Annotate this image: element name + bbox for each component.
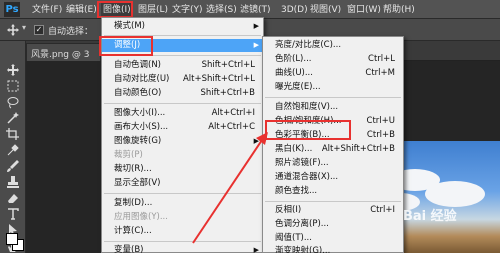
menu-item-trim[interactable]: 裁切(R)...: [102, 163, 263, 176]
menu-item-variables[interactable]: 变量(B) ▶: [102, 244, 263, 253]
eraser-icon[interactable]: [5, 191, 21, 205]
magic-wand-icon[interactable]: [5, 111, 21, 125]
submenu-arrow-icon: ▶: [253, 22, 259, 30]
menu-item-mode[interactable]: 模式(M) ▶: [102, 20, 263, 33]
menu-item-black-white[interactable]: 黑白(K)... Alt+Shift+Ctrl+B: [263, 143, 403, 156]
submenu-arrow-icon: ▶: [253, 246, 259, 253]
menu-3d[interactable]: 3D(D): [281, 3, 308, 17]
menu-edit[interactable]: 编辑(E): [66, 3, 97, 17]
auto-select-label: 自动选择：: [48, 27, 94, 37]
menu-item-crop[interactable]: 裁剪(P): [102, 149, 263, 162]
stamp-icon[interactable]: [5, 175, 21, 189]
menu-item-duplicate[interactable]: 复制(D)...: [102, 197, 263, 210]
document-tab[interactable]: 风景.png @ 3: [26, 43, 101, 61]
menu-view[interactable]: 视图(V): [310, 3, 341, 17]
menu-item-curves[interactable]: 曲线(U)... Ctrl+M: [263, 67, 403, 80]
photoshop-logo-icon: Ps: [4, 2, 20, 17]
foreground-color-swatch[interactable]: [6, 233, 18, 245]
menu-help[interactable]: 帮助(H): [383, 3, 415, 17]
menu-select[interactable]: 选择(S): [206, 3, 237, 17]
menu-item-calculations[interactable]: 计算(C)...: [102, 225, 263, 238]
annotation-box-adjustments: [99, 36, 153, 56]
menu-item-auto-color[interactable]: 自动颜色(O) Shift+Ctrl+B: [102, 87, 263, 100]
menu-item-apply-image[interactable]: 应用图像(Y)...: [102, 211, 263, 224]
brush-icon[interactable]: [5, 159, 21, 173]
menu-item-invert[interactable]: 反相(I) Ctrl+I: [263, 204, 403, 217]
menu-item-canvas-size[interactable]: 画布大小(S)... Alt+Ctrl+C: [102, 121, 263, 134]
menu-layer[interactable]: 图层(L): [138, 3, 168, 17]
menu-item-posterize[interactable]: 色调分离(P)...: [263, 218, 403, 231]
menu-file[interactable]: 文件(F): [32, 3, 62, 17]
submenu-arrow-icon: ▶: [253, 41, 259, 49]
menu-item-brightness-contrast[interactable]: 亮度/对比度(C)...: [263, 39, 403, 52]
submenu-arrow-icon: ▶: [253, 137, 259, 145]
menu-filter[interactable]: 滤镜(T): [240, 3, 271, 17]
menu-item-levels[interactable]: 色阶(L)... Ctrl+L: [263, 53, 403, 66]
annotation-box-image-menu: [97, 1, 133, 18]
menu-item-photo-filter[interactable]: 照片滤镜(F)...: [263, 157, 403, 170]
menu-item-vibrance[interactable]: 自然饱和度(V)...: [263, 101, 403, 114]
lasso-icon[interactable]: [5, 95, 21, 109]
crop-icon[interactable]: [5, 127, 21, 141]
menu-item-gradient-map[interactable]: 渐变映射(G)...: [263, 245, 403, 253]
adjustments-submenu: 亮度/对比度(C)... 色阶(L)... Ctrl+L 曲线(U)... Ctrl…: [262, 36, 404, 253]
toolbox: [0, 41, 26, 253]
auto-select-checkbox[interactable]: ✓: [34, 25, 44, 35]
move-tool-icon[interactable]: [6, 23, 20, 37]
move-icon[interactable]: [5, 63, 21, 77]
chevron-down-icon[interactable]: ▾: [22, 23, 26, 32]
menu-item-channel-mixer[interactable]: 通道混合器(X)...: [263, 171, 403, 184]
menu-item-exposure[interactable]: 曝光度(E)...: [263, 81, 403, 94]
menu-item-image-rotation[interactable]: 图像旋转(G) ▶: [102, 135, 263, 148]
type-tool-icon[interactable]: [5, 207, 21, 221]
menu-window[interactable]: 窗口(W): [347, 3, 381, 17]
eyedropper-icon[interactable]: [5, 143, 21, 157]
marquee-icon[interactable]: [5, 79, 21, 93]
annotation-box-color-balance: [265, 120, 351, 140]
menu-item-image-size[interactable]: 图像大小(I)... Alt+Ctrl+I: [102, 107, 263, 120]
watermark: Bai 经验: [403, 209, 457, 224]
menu-item-color-lookup[interactable]: 颜色查找...: [263, 185, 403, 198]
menu-item-auto-contrast[interactable]: 自动对比度(U) Alt+Shift+Ctrl+L: [102, 73, 263, 86]
menu-item-reveal-all[interactable]: 显示全部(V): [102, 177, 263, 190]
menu-item-threshold[interactable]: 阈值(T)...: [263, 232, 403, 245]
menu-type[interactable]: 文字(Y): [172, 3, 203, 17]
menu-item-auto-tone[interactable]: 自动色调(N) Shift+Ctrl+L: [102, 59, 263, 72]
